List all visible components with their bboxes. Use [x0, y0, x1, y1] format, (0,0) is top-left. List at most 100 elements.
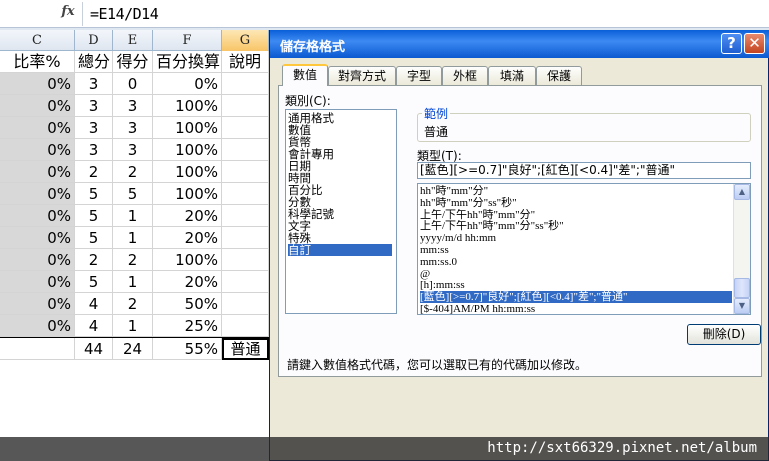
- list-item[interactable]: 上午/下午hh"時"mm"分": [420, 209, 732, 221]
- scroll-down-icon[interactable]: ▼: [734, 298, 750, 314]
- tab-2[interactable]: 字型: [396, 66, 442, 85]
- table-cell[interactable]: 0%: [0, 205, 75, 227]
- active-cell[interactable]: 普通: [222, 338, 269, 360]
- table-cell[interactable]: 3: [75, 117, 113, 139]
- formula-input[interactable]: =E14/D14: [90, 5, 159, 23]
- table-cell[interactable]: 100%: [153, 139, 222, 161]
- table-cell[interactable]: [222, 183, 269, 205]
- table-cell[interactable]: 3: [75, 139, 113, 161]
- tab-0[interactable]: 數值: [282, 64, 328, 86]
- table-cell[interactable]: 50%: [153, 293, 222, 315]
- table-cell[interactable]: [222, 315, 269, 337]
- scroll-up-icon[interactable]: ▲: [734, 184, 750, 200]
- table-cell[interactable]: 100%: [153, 161, 222, 183]
- scroll-thumb[interactable]: [734, 278, 750, 298]
- table-cell[interactable]: 100%: [153, 249, 222, 271]
- list-item[interactable]: [h]:mm:ss: [420, 279, 732, 291]
- table-cell[interactable]: 100%: [153, 183, 222, 205]
- fx-icon[interactable]: fx: [58, 4, 78, 22]
- table-cell[interactable]: 25%: [153, 315, 222, 337]
- header-cell[interactable]: 比率%: [0, 51, 75, 73]
- list-item[interactable]: [$-404]AM/PM hh:mm:ss: [420, 303, 732, 314]
- column-header-f[interactable]: F: [153, 30, 222, 51]
- table-cell[interactable]: 3: [113, 117, 153, 139]
- total-cell[interactable]: [0, 338, 75, 360]
- dialog-titlebar[interactable]: 儲存格格式 ? ✕: [270, 30, 769, 58]
- table-cell[interactable]: 5: [75, 205, 113, 227]
- table-cell[interactable]: 0%: [0, 139, 75, 161]
- column-header-c[interactable]: C: [0, 30, 75, 51]
- table-cell[interactable]: [222, 205, 269, 227]
- column-header-g[interactable]: G: [222, 30, 269, 51]
- table-cell[interactable]: 2: [113, 293, 153, 315]
- table-cell[interactable]: [222, 117, 269, 139]
- type-list[interactable]: ▲ ▼ hh"時"mm"分" hh"時"mm"分"ss"秒" 上午/下午hh"時"m…: [417, 183, 751, 315]
- table-cell[interactable]: [222, 161, 269, 183]
- tab-3[interactable]: 外框: [442, 66, 488, 85]
- table-cell[interactable]: [222, 293, 269, 315]
- table-cell[interactable]: 100%: [153, 117, 222, 139]
- table-cell[interactable]: 0%: [0, 271, 75, 293]
- list-item[interactable]: 自訂: [288, 244, 392, 256]
- table-cell[interactable]: 5: [75, 183, 113, 205]
- table-cell[interactable]: 4: [75, 293, 113, 315]
- close-button[interactable]: ✕: [744, 33, 765, 54]
- list-item[interactable]: [藍色][>=0.7]"良好";[紅色][<0.4]"差";"普通": [420, 291, 732, 304]
- table-cell[interactable]: 0%: [0, 227, 75, 249]
- table-cell[interactable]: 2: [113, 249, 153, 271]
- total-cell[interactable]: 55%: [153, 338, 222, 360]
- table-cell[interactable]: 0%: [0, 117, 75, 139]
- table-cell[interactable]: 5: [113, 183, 153, 205]
- table-cell[interactable]: 4: [75, 315, 113, 337]
- table-cell[interactable]: 100%: [153, 95, 222, 117]
- type-list-scrollbar[interactable]: ▲ ▼: [733, 184, 750, 314]
- table-cell[interactable]: [222, 271, 269, 293]
- header-cell[interactable]: 百分換算: [153, 51, 222, 73]
- table-cell[interactable]: 5: [75, 271, 113, 293]
- table-cell[interactable]: 0: [113, 73, 153, 95]
- delete-button[interactable]: 刪除(D): [687, 324, 761, 345]
- header-cell[interactable]: 總分: [75, 51, 113, 73]
- table-cell[interactable]: 5: [75, 227, 113, 249]
- help-button[interactable]: ?: [721, 33, 742, 54]
- header-cell[interactable]: 說明: [222, 51, 269, 73]
- table-cell[interactable]: [222, 139, 269, 161]
- list-item[interactable]: mm:ss: [420, 244, 732, 256]
- table-cell[interactable]: [222, 95, 269, 117]
- list-item[interactable]: hh"時"mm"分": [420, 185, 732, 197]
- tab-1[interactable]: 對齊方式: [328, 66, 396, 85]
- table-cell[interactable]: 20%: [153, 271, 222, 293]
- table-cell[interactable]: [222, 249, 269, 271]
- table-cell[interactable]: 2: [75, 249, 113, 271]
- list-item[interactable]: 上午/下午hh"時"mm"分"ss"秒": [420, 220, 732, 232]
- type-input[interactable]: [藍色][>=0.7]"良好";[紅色][<0.4]"差";"普通": [417, 162, 751, 179]
- total-cell[interactable]: 44: [75, 338, 113, 360]
- table-cell[interactable]: 0%: [0, 73, 75, 95]
- table-cell[interactable]: 1: [113, 227, 153, 249]
- table-cell[interactable]: 2: [113, 161, 153, 183]
- table-cell[interactable]: 3: [113, 95, 153, 117]
- table-cell[interactable]: 0%: [0, 161, 75, 183]
- table-cell[interactable]: 0%: [0, 293, 75, 315]
- table-cell[interactable]: 0%: [0, 183, 75, 205]
- spreadsheet-grid[interactable]: 比率% 總分 得分 百分換算 說明 0% 3 0 0% 0% 3 3 100% 0% 3 3 100% 0% 3 3 1…: [0, 51, 269, 437]
- table-cell[interactable]: 3: [75, 95, 113, 117]
- table-cell[interactable]: 3: [75, 73, 113, 95]
- table-cell[interactable]: 3: [113, 139, 153, 161]
- table-cell[interactable]: 1: [113, 271, 153, 293]
- table-cell[interactable]: [222, 227, 269, 249]
- column-header-e[interactable]: E: [113, 30, 153, 51]
- header-cell[interactable]: 得分: [113, 51, 153, 73]
- table-cell[interactable]: 20%: [153, 205, 222, 227]
- table-cell[interactable]: 20%: [153, 227, 222, 249]
- table-cell[interactable]: 0%: [0, 95, 75, 117]
- table-cell[interactable]: 2: [75, 161, 113, 183]
- table-cell[interactable]: 0%: [0, 315, 75, 337]
- list-item[interactable]: mm:ss.0: [420, 256, 732, 268]
- list-item[interactable]: @: [420, 268, 732, 280]
- column-header-d[interactable]: D: [75, 30, 113, 51]
- list-item[interactable]: hh"時"mm"分"ss"秒": [420, 197, 732, 209]
- table-cell[interactable]: 1: [113, 205, 153, 227]
- tab-5[interactable]: 保護: [536, 66, 582, 85]
- table-cell[interactable]: 1: [113, 315, 153, 337]
